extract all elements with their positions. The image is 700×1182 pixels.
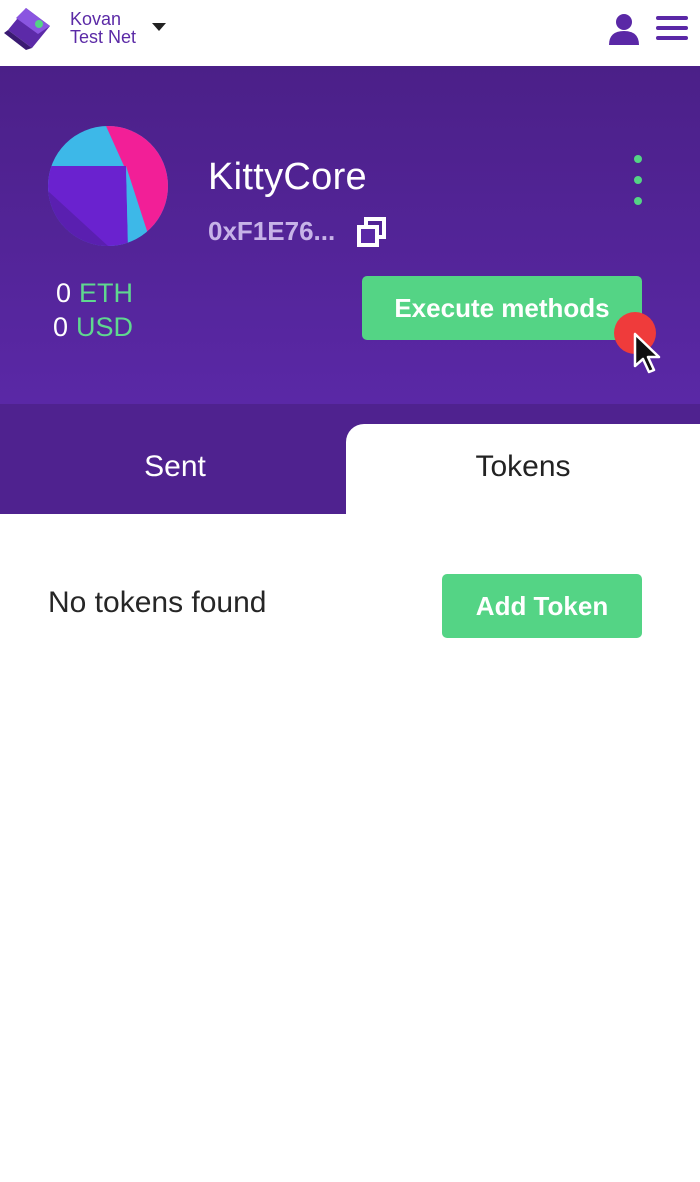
tab-tokens[interactable]: Tokens	[346, 424, 700, 514]
tab-sent[interactable]: Sent	[0, 424, 350, 514]
balance-eth: 0 ETH	[0, 278, 133, 309]
network-type: Test Net	[70, 27, 137, 47]
balance-usd: 0 USD	[0, 312, 133, 343]
tab-bar: Sent Tokens	[0, 404, 700, 514]
hamburger-menu-icon[interactable]	[654, 12, 690, 44]
empty-tokens-message: No tokens found	[48, 586, 267, 619]
balance-unit: USD	[75, 312, 133, 342]
identicon	[48, 126, 168, 246]
caret-down-icon[interactable]	[150, 20, 168, 34]
balance-amount: 0	[52, 312, 68, 342]
account-name: KittyCore	[208, 156, 367, 198]
network-selector[interactable]: Kovan Test Net	[70, 10, 136, 46]
add-token-button[interactable]: Add Token	[442, 574, 642, 638]
copy-icon[interactable]	[356, 216, 388, 248]
wallet-logo-icon[interactable]	[4, 6, 54, 50]
user-icon[interactable]	[606, 12, 642, 46]
network-name: Kovan	[70, 9, 122, 29]
execute-methods-button[interactable]: Execute methods	[362, 276, 642, 340]
balance-unit: ETH	[79, 278, 133, 308]
account-header: KittyCore 0xF1E76... 0 ETH 0 USD Execute m…	[0, 66, 700, 404]
top-bar: Kovan Test Net	[0, 0, 700, 66]
balance-amount: 0	[55, 278, 71, 308]
account-address: 0xF1E76...	[208, 216, 336, 246]
more-vertical-icon[interactable]	[624, 154, 652, 210]
cursor-icon	[633, 332, 661, 374]
